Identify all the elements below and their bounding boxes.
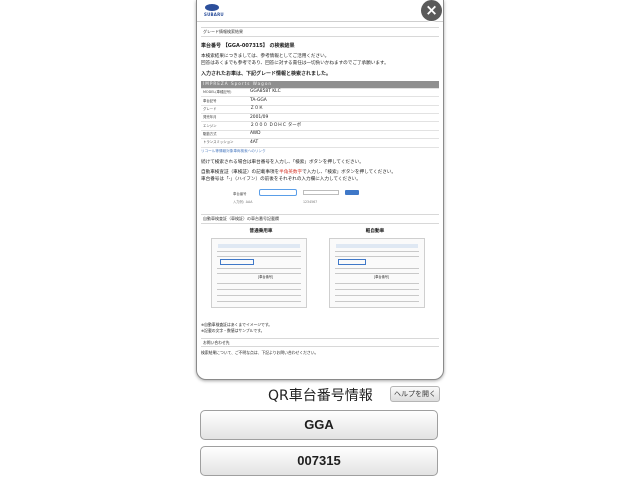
qr-title: QR車台番号情報 [268,388,373,404]
chassis-number-field[interactable]: 007315 [200,446,438,476]
chassis-input-label: 車台番号 [233,191,247,196]
spec-value: Ｚ０Ｋ [248,105,439,115]
cert-tag: [車台番号] [374,274,390,279]
section-header: グレード情報検索結果 [201,27,439,37]
example-prefix: 入力例）AAA [233,199,253,204]
spec-value: 4AT [248,138,439,148]
spec-row: 駆動方式 AWD [201,130,439,140]
spec-key: 発売年月 [201,113,248,123]
contact-text: 検索結果について、ご不明な点は、下記よりお問い合わせください。 [201,350,319,355]
search-result-modal: SUBARU グレード情報検索結果 車台番号 【GGA-007315】 の検索結… [196,0,444,380]
spec-row: MODEL(車種記号) GGA858T KLC [201,88,439,98]
cert-tag: [車台番号] [258,274,274,279]
spec-value: GGA858T KLC [248,88,439,98]
spec-row: エンジン ２０００ ＤＯＨＣ ターボ [201,121,439,131]
contact-header: お問い合わせ先 [201,337,439,347]
notice-line-2: 回答はあくまでも参考であり、回答に対する責任は一切負いかねますのでご了承願います… [201,60,389,66]
spec-row: グレード Ｚ０Ｋ [201,105,439,115]
result-title: 車台番号 【GGA-007315】 の検索結果 [201,42,295,49]
spec-header: IMPREZA Sports Wagon [201,80,439,89]
instruction-line-2: 車台番号は「-」（ハイフン）の前後をそれぞれの入力欄に入力してください。 [201,177,361,183]
entered-heading: 入力されたお車は、下記グレード情報と検索されました。 [201,71,332,78]
spec-value: TA-GGA [248,96,439,106]
close-icon[interactable]: × [421,0,442,21]
chassis-input-row: 車台番号 入力例）AAA 1234567 [201,187,439,211]
spec-row: 車台記号 TA-GGA [201,96,439,106]
chassis-prefix-input[interactable] [259,188,297,196]
help-button[interactable]: ヘルプを開く [390,386,440,402]
cert-image-standard: [車台番号] [211,237,307,308]
spec-row: トランスミッション 4AT [201,138,439,148]
spec-header-row: IMPREZA Sports Wagon [201,80,439,89]
cert-images: 普通乗用車 軽自動車 [車台番号] [車台番号] [201,229,439,321]
footnote-1: ※自動車検査証はあくまでイメージです。 [201,321,273,327]
spec-key: 車台記号 [201,96,248,106]
modal-content: グレード情報検索結果 車台番号 【GGA-007315】 の検索結果 本検索結果… [197,22,443,360]
chassis-number-input[interactable] [303,189,339,195]
cert-right-title: 軽自動車 [365,228,385,234]
cert-section-header: 自動車検査証（車検証）の車台番号記載欄 [201,213,439,224]
grade-spec-table: IMPREZA Sports Wagon MODEL(車種記号) GGA858T … [201,80,439,148]
search-button[interactable] [345,189,359,195]
header-bar: SUBARU [197,0,443,22]
continue-note: 続けて検索される場合は車台番号を入力し、「検索」ボタンを押してください。 [201,159,364,165]
spec-key: エンジン [201,121,248,131]
chassis-prefix-field[interactable]: GGA [200,410,438,440]
notice-text: 本検索結果につきましては、参考情報としてご活用ください。 回答はあくまでも参考で… [201,54,439,67]
input-instruction: 自動車検査証（車検証）の記載事項を半角英数字で入力し、「検索」ボタンを押してくだ… [201,170,439,183]
spec-key: MODEL(車種記号) [201,88,248,98]
spec-value: 2001/09 [248,113,439,123]
chassis-highlight-box [220,258,254,265]
spec-value: AWD [248,130,439,140]
logo-text: SUBARU [204,12,224,17]
subaru-logo [205,4,219,11]
footnote-2: ※記載の文字・数値はサンプルです。 [201,328,265,333]
spec-value: ２０００ ＤＯＨＣ ターボ [248,121,439,131]
spec-key: 駆動方式 [201,130,248,140]
recall-link[interactable]: リコール等情報対象車両検索へのリンク [201,149,439,154]
spec-row: 発売年月 2001/09 [201,113,439,123]
cert-left-title: 普通乗用車 [249,228,273,234]
notice-line-1: 本検索結果につきましては、参考情報としてご活用ください。 [201,54,330,60]
cert-image-kei: [車台番号] [329,237,425,308]
instruction-part-a: 自動車検査証（車検証）の記載事項を [201,170,280,176]
spec-key: トランスミッション [201,138,248,148]
instruction-part-b: で入力し、「検索」ボタンを押してください。 [302,170,396,176]
instruction-highlight: 半角英数字 [279,170,303,176]
example-number: 1234567 [303,199,318,204]
chassis-highlight-box [338,258,366,265]
spec-key: グレード [201,105,248,115]
